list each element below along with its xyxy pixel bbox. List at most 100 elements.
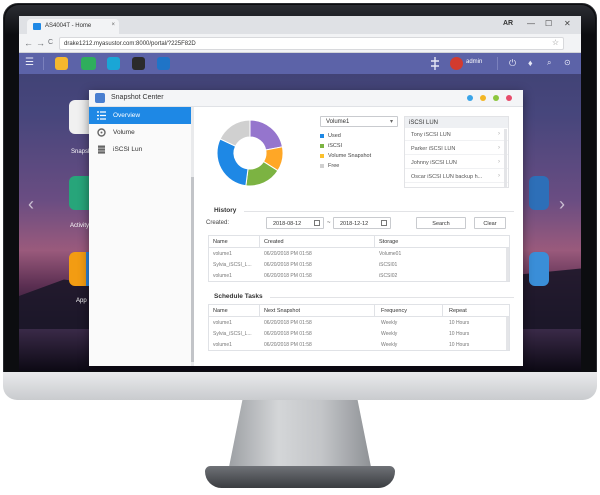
iscsi-icon [98,145,105,154]
cell-repeat: 10 Hours [449,342,470,348]
cloud-backup-app-icon[interactable] [157,57,170,70]
donut-slice-blue [216,138,249,187]
lun-list-item[interactable]: Johnny iSCSI LUN › [405,157,508,169]
column-header-name[interactable]: Name [213,308,228,314]
table-row[interactable]: Sylvia_iSCSI_L... 06/20/2018 PM 01:58 iS… [209,259,509,270]
url-input[interactable]: drake1212.myasustor.com:8000/portal/?225… [59,37,564,50]
sidebar-item-volume[interactable]: Volume [89,124,193,141]
previous-page-arrow-icon[interactable]: ‹ [28,194,34,215]
network-icon[interactable] [429,57,441,70]
legend-label: Volume Snapshot [328,153,372,159]
menu-icon[interactable]: ☰ [25,58,34,68]
end-date-value: 2018-12-12 [340,221,369,227]
help-dot-button[interactable] [467,95,473,101]
url-text: drake1212.myasustor.com:8000/portal/?225… [64,41,196,47]
volume-icon [97,128,106,137]
reload-icon[interactable]: C [48,39,53,46]
history-table-header: Name Created Storage [209,236,509,248]
power-icon[interactable]: ⏻ [509,58,516,69]
browser-tab[interactable]: AS4004T - Home × [27,19,119,34]
more-icon[interactable]: ⊙ [564,58,571,67]
start-date-input[interactable]: 2018-08-12 [266,217,324,229]
snapshot-center-window: Snapshot Center Overview Volume iSCSI Lu… [89,90,523,366]
desktop-label: Activity [70,223,90,229]
lun-list-item[interactable]: Tony iSCSI LUN › [405,129,508,141]
sidebar-item-label: Overview [113,112,141,119]
browser-tab-bar: AS4004T - Home × AR — ☐ ✕ [19,16,581,34]
close-dot-button[interactable] [506,95,512,101]
column-divider [374,236,375,248]
cell-name: volume1 [213,273,232,279]
column-header-name[interactable]: Name [213,239,228,245]
search-button[interactable]: Search [416,217,466,229]
file-explorer-app-icon[interactable] [55,57,68,70]
maximize-dot-button[interactable] [493,95,499,101]
desktop-app-icon[interactable] [529,176,549,210]
maximize-icon[interactable]: ☐ [545,19,552,28]
minimize-icon[interactable]: — [527,19,535,28]
table-row[interactable]: volume1 06/20/2018 PM 01:58 Weekly 10 Ho… [209,317,509,328]
section-divider [244,211,514,212]
lun-list-item[interactable]: Oscar iSCSI LUN backup h... › [405,171,508,183]
legend-item: iSCSI [320,143,342,149]
lun-list-item[interactable]: Parker iSCSI LUN › [405,143,508,155]
asustor-favicon-icon [33,23,41,30]
sidebar-item-iscsi-lun[interactable]: iSCSI Lun [89,141,193,158]
cell-name: volume1 [213,342,232,348]
cell-name: volume1 [213,320,232,326]
table-row[interactable]: volume1 06/20/2018 PM 01:58 iSCSI02 [209,270,509,281]
cell-frequency: Weekly [381,342,398,348]
chevron-right-icon: › [498,159,500,165]
next-page-arrow-icon[interactable]: › [559,194,565,215]
window-title-bar[interactable]: Snapshot Center [89,90,523,107]
column-header-storage[interactable]: Storage [379,239,398,245]
clear-button[interactable]: Clear [474,217,506,229]
table-row[interactable]: Sylvia_iSCSI_L... 06/20/2018 PM 01:58 We… [209,328,509,339]
column-header-repeat[interactable]: Repeat [449,308,467,314]
monitor-stand-foot [205,466,395,488]
desktop-app-icon[interactable] [529,252,549,286]
table-row[interactable]: volume1 06/20/2018 PM 01:58 Weekly 10 Ho… [209,339,509,350]
end-date-input[interactable]: 2018-12-12 [333,217,391,229]
cell-name: Sylvia_iSCSI_L... [213,331,252,337]
volume-select[interactable]: Volume1 ▾ [320,116,398,127]
username-label[interactable]: admin [466,59,482,65]
column-divider [442,305,443,317]
close-tab-icon[interactable]: × [111,22,115,28]
lun-panel-scrollbar[interactable] [504,129,507,187]
storage-manager-app-icon[interactable] [81,57,96,70]
calendar-icon[interactable] [314,220,320,226]
forward-icon[interactable]: → [36,38,45,48]
cell-created: 06/20/2018 PM 01:58 [264,251,312,257]
column-header-next-snapshot[interactable]: Next Snapshot [264,308,300,314]
calendar-icon[interactable] [381,220,387,226]
sidebar-item-overview[interactable]: Overview [89,107,193,124]
bookmark-star-icon[interactable]: ☆ [552,38,559,47]
column-header-created[interactable]: Created [264,239,284,245]
legend-label: iSCSI [328,143,343,149]
legend-item: Used [320,133,341,139]
desktop-label: App [76,298,87,304]
date-range-separator: ~ [327,220,331,226]
history-table-scrollbar[interactable] [506,248,509,281]
browser-profile-tag[interactable]: AR [503,20,513,27]
section-divider [270,297,514,298]
app-central-app-icon[interactable] [107,57,120,70]
user-avatar[interactable] [450,57,463,70]
notification-icon[interactable]: ♦ [528,58,533,68]
search-icon[interactable]: ⌕ [547,58,551,68]
close-window-icon[interactable]: ✕ [564,19,571,28]
column-header-frequency[interactable]: Frequency [381,308,407,314]
overview-content: Volume1 ▾ Used iSCSI Volume Snapshot Fre… [194,107,521,366]
table-row[interactable]: volume1 06/20/2018 PM 01:58 Volume01 [209,248,509,259]
schedule-table-header: Name Next Snapshot Frequency Repeat [209,305,509,317]
window-title: Snapshot Center [111,94,164,101]
minimize-dot-button[interactable] [480,95,486,101]
chevron-right-icon: › [498,173,500,179]
created-label: Created: [206,220,230,226]
settings-app-icon[interactable] [132,57,145,70]
column-divider [259,305,260,317]
schedule-table-scrollbar[interactable] [506,317,509,350]
lun-name: Oscar iSCSI LUN backup h... [411,174,483,180]
back-icon[interactable]: ← [24,38,33,48]
